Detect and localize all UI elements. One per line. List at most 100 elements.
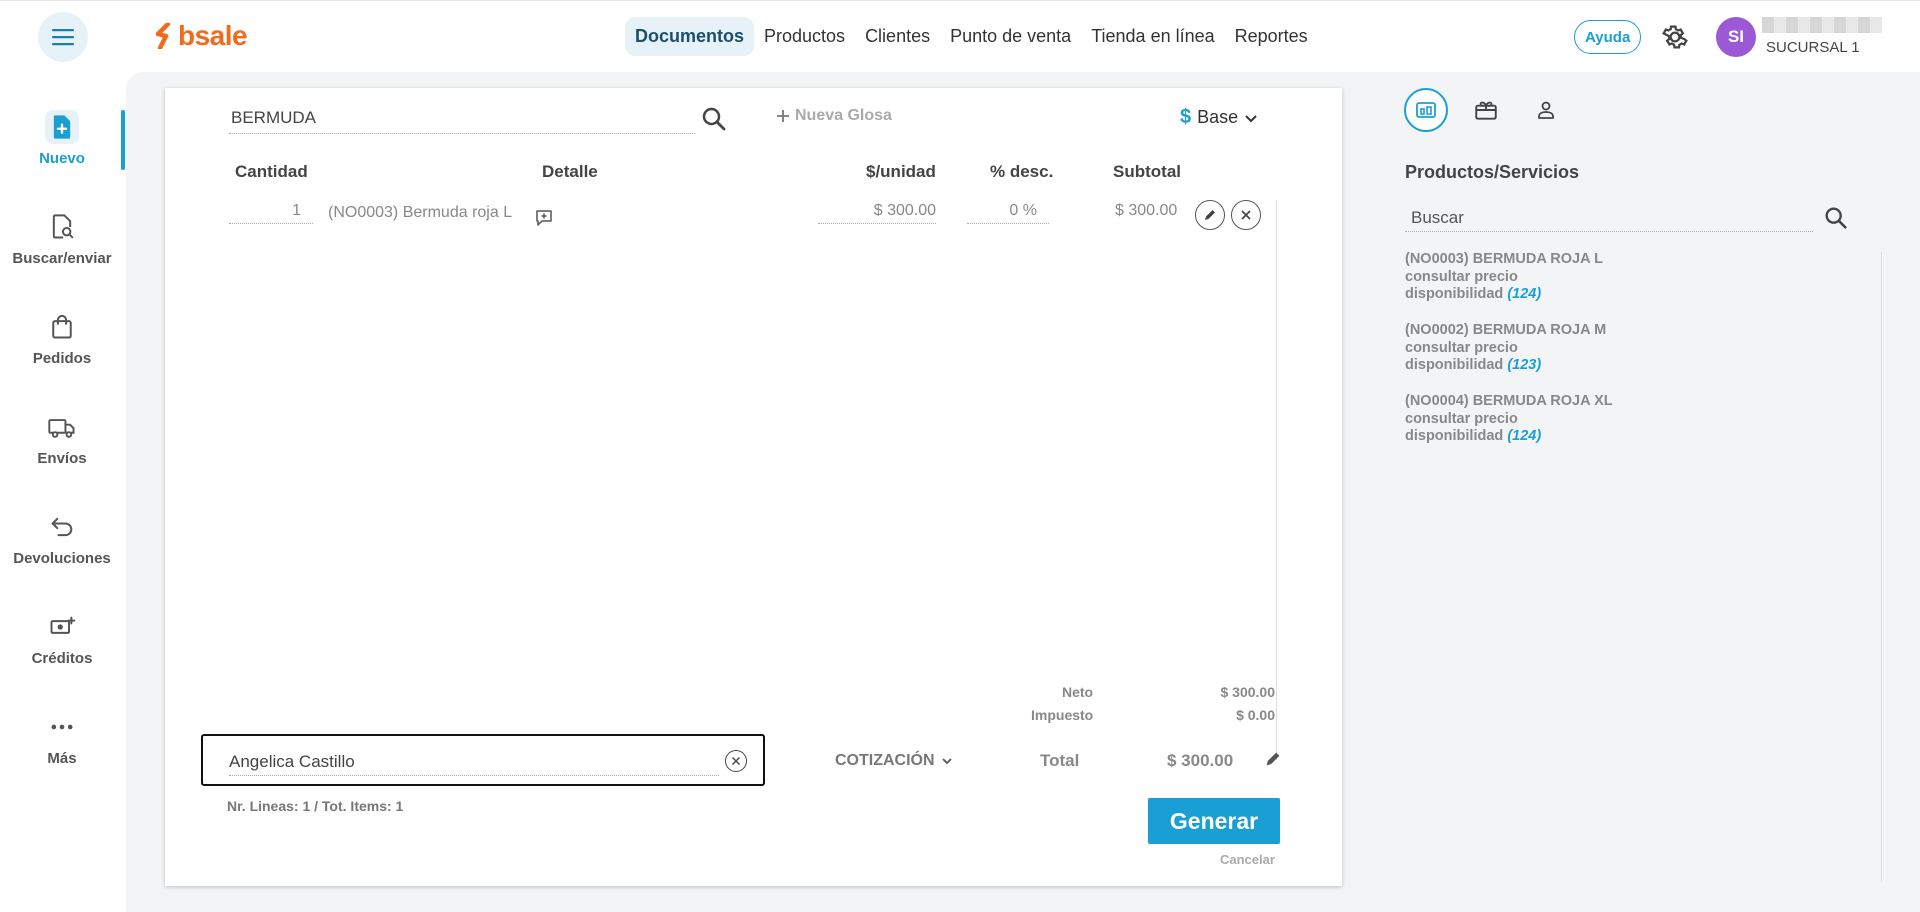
product-availability-label: disponibilidad [1405, 286, 1504, 302]
search-document-icon [45, 210, 79, 244]
products-search-button[interactable] [1822, 204, 1850, 232]
line-discount-field[interactable]: 0 % [967, 202, 1049, 224]
close-icon [1241, 210, 1251, 220]
dollar-icon: $ [1180, 106, 1192, 128]
product-price: consultar precio [1405, 339, 1518, 356]
clear-client-button[interactable] [725, 750, 747, 772]
product-availability: (124) [1507, 286, 1542, 302]
product-search-input[interactable] [229, 102, 695, 134]
edit-line-button[interactable] [1195, 200, 1225, 230]
user-avatar[interactable]: SI [1716, 17, 1756, 57]
price-list-select[interactable]: $ Base [1180, 106, 1258, 129]
bsale-logo[interactable]: bsale [154, 20, 248, 52]
sidebar-item-label: Pedidos [32, 350, 92, 367]
list-item[interactable]: (NO0004) BERMUDA ROJA XL consultar preci… [1405, 393, 1613, 446]
list-item[interactable]: (NO0002) BERMUDA ROJA M consultar precio… [1405, 322, 1606, 375]
tax-label: Impuesto [1031, 707, 1094, 723]
close-icon [732, 757, 740, 765]
nav-punto-de-venta[interactable]: Punto de venta [940, 17, 1081, 56]
plus-icon [777, 110, 789, 122]
main-nav: Documentos Productos Clientes Punto de v… [625, 17, 1318, 56]
chevron-down-icon [941, 758, 952, 765]
line-quantity-field[interactable]: 1 [229, 202, 313, 224]
nav-documentos[interactable]: Documentos [625, 17, 755, 56]
return-arrow-icon [45, 510, 79, 544]
user-icon [1538, 101, 1554, 119]
cash-plus-icon [45, 610, 79, 644]
nav-productos[interactable]: Productos [754, 17, 855, 56]
branch-label[interactable]: SUCURSAL 1 [1766, 39, 1860, 56]
line-detail[interactable]: (NO0003) Bermuda roja L [328, 204, 512, 222]
product-price: consultar precio [1405, 268, 1518, 285]
total-label: Total [1040, 751, 1080, 770]
help-button[interactable]: Ayuda [1574, 20, 1642, 54]
user-name-redacted [1762, 17, 1882, 33]
truck-icon [45, 410, 79, 444]
tab-client[interactable] [1524, 88, 1568, 132]
product-name: (NO0002) BERMUDA ROJA M [1405, 322, 1607, 338]
top-bar: bsale Documentos Productos Clientes Punt… [0, 0, 1920, 72]
nav-reportes[interactable]: Reportes [1225, 17, 1318, 56]
new-document-icon [45, 110, 79, 144]
product-name: (NO0003) BERMUDA ROJA L [1405, 251, 1603, 267]
product-availability: (123) [1507, 357, 1542, 373]
product-name: (NO0004) BERMUDA ROJA XL [1405, 393, 1613, 409]
new-gloss-button[interactable]: Nueva Glosa [775, 107, 892, 125]
chevron-down-icon [1245, 114, 1257, 122]
products-panel-title: Productos/Servicios [1405, 162, 1580, 182]
document-type-label: COTIZACIÓN [835, 752, 935, 769]
client-input[interactable] [229, 748, 719, 776]
pencil-icon [1205, 210, 1215, 220]
column-header-unit-price: $/unidad [866, 162, 936, 181]
hamburger-icon [52, 29, 74, 46]
sidebar-item-label: Buscar/enviar [12, 250, 112, 267]
product-availability-label: disponibilidad [1405, 428, 1504, 444]
net-label: Neto [1062, 684, 1094, 700]
sidebar-item-devoluciones[interactable]: Devoluciones [0, 510, 124, 567]
document-type-select[interactable]: COTIZACIÓN [835, 752, 953, 770]
search-icon [1825, 207, 1847, 229]
list-item[interactable]: (NO0003) BERMUDA ROJA L consultar precio… [1405, 251, 1603, 304]
generate-button[interactable]: Generar [1148, 798, 1280, 844]
product-availability: (124) [1507, 428, 1542, 444]
sidebar-item-label: Envíos [37, 450, 87, 467]
sidebar-item-label: Nuevo [39, 150, 85, 167]
product-availability-label: disponibilidad [1405, 357, 1504, 373]
nav-tienda-en-linea[interactable]: Tienda en línea [1081, 17, 1224, 56]
add-comment-button[interactable] [535, 209, 553, 232]
more-dots-icon [45, 710, 79, 744]
column-header-subtotal: Subtotal [1113, 162, 1181, 181]
tab-products[interactable] [1404, 88, 1448, 132]
line-unit-price-field[interactable]: $ 300.00 [818, 202, 936, 224]
sidebar-item-nuevo[interactable]: Nuevo [0, 110, 124, 167]
lines-scrollbar[interactable] [1276, 200, 1277, 760]
settings-button[interactable] [1660, 22, 1690, 52]
remove-line-button[interactable] [1231, 200, 1261, 230]
sidebar-item-envios[interactable]: Envíos [0, 410, 124, 467]
sidebar-item-label: Devoluciones [13, 550, 111, 567]
sidebar-item-mas[interactable]: Más [0, 710, 124, 767]
document-card: Nueva Glosa $ Base Cantidad Detalle $/un… [165, 88, 1342, 886]
edit-total-button[interactable] [1264, 750, 1284, 770]
sidebar-item-buscar-enviar[interactable]: Buscar/enviar [0, 210, 124, 267]
comment-plus-icon [536, 210, 552, 226]
price-list-label: Base [1197, 107, 1239, 127]
line-subtotal: $ 300.00 [1115, 202, 1178, 219]
total-value: $ 300.00 [1167, 751, 1234, 770]
logo-text: bsale [178, 20, 248, 51]
sidebar-item-creditos[interactable]: Créditos [0, 610, 124, 667]
products-search-input[interactable] [1405, 204, 1813, 232]
products-scrollbar[interactable] [1881, 252, 1882, 882]
new-gloss-label: Nueva Glosa [795, 107, 892, 124]
nav-clientes[interactable]: Clientes [855, 17, 940, 56]
tab-gift-card[interactable] [1464, 88, 1508, 132]
hamburger-menu-button[interactable] [38, 12, 88, 62]
search-button[interactable] [699, 104, 729, 134]
sidebar-item-label: Créditos [31, 650, 93, 667]
gift-card-icon [1475, 101, 1497, 120]
sidebar-item-pedidos[interactable]: Pedidos [0, 310, 124, 367]
gear-icon [1662, 25, 1688, 49]
bsale-logo-icon [155, 23, 171, 49]
sidebar-item-label: Más [47, 750, 77, 767]
cancel-link[interactable]: Cancelar [1220, 852, 1275, 867]
